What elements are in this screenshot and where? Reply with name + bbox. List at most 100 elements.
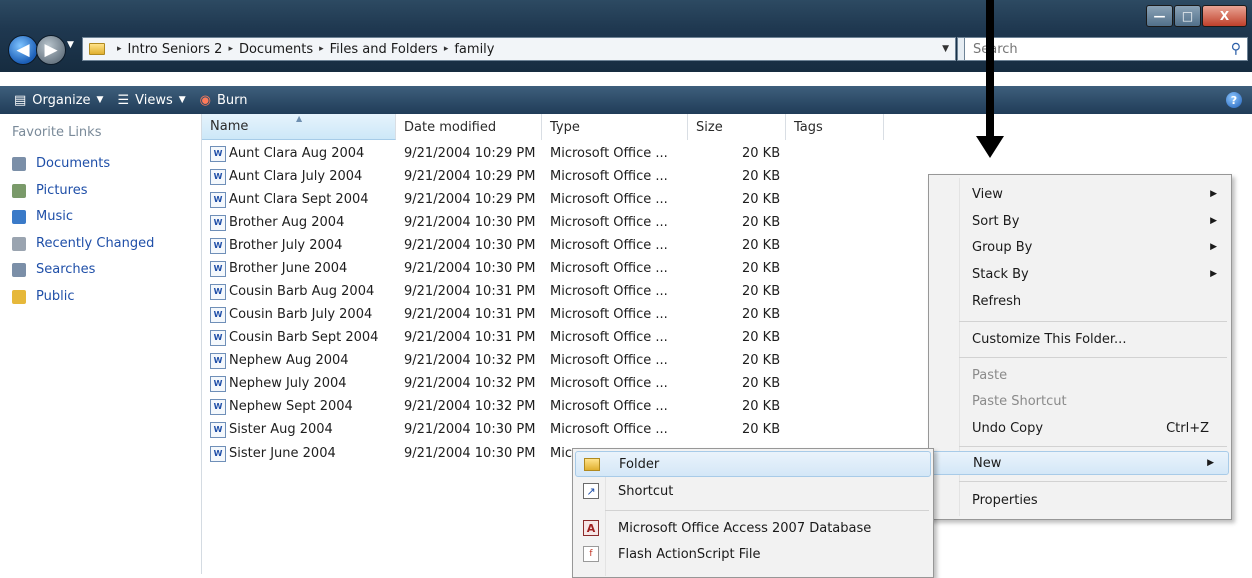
file-name: Aunt Clara Aug 2004 bbox=[229, 146, 365, 161]
sidebar-item-documents[interactable]: Documents bbox=[12, 156, 110, 171]
submenu-item-shortcut[interactable]: ↗ Shortcut bbox=[573, 478, 933, 504]
submenu-item-actionscript-file[interactable]: f Flash ActionScript File bbox=[573, 541, 933, 567]
file-type: Microsoft Office ... bbox=[550, 330, 668, 345]
help-icon[interactable]: ? bbox=[1226, 92, 1242, 108]
menu-item-properties[interactable]: Properties bbox=[929, 488, 1231, 512]
file-row[interactable]: W Brother July 2004 9/21/2004 10:30 PM Mi… bbox=[202, 234, 902, 257]
file-row[interactable]: W Cousin Barb Sept 2004 9/21/2004 10:31 P… bbox=[202, 326, 902, 349]
sidebar-item-pictures[interactable]: Pictures bbox=[12, 183, 87, 198]
forward-button[interactable]: ▶ bbox=[36, 35, 66, 65]
file-row[interactable]: W Aunt Clara Aug 2004 9/21/2004 10:29 PM … bbox=[202, 142, 902, 165]
shortcut-icon: ↗ bbox=[583, 483, 599, 499]
menu-item-label: Stack By bbox=[972, 266, 1029, 282]
breadcrumb-separator-icon[interactable]: ▸ bbox=[319, 44, 324, 54]
submenu-arrow-icon: ▶ bbox=[1210, 242, 1217, 252]
sidebar-item-label: Searches bbox=[36, 262, 96, 277]
sidebar-item-recently-changed[interactable]: Recently Changed bbox=[12, 236, 154, 251]
new-submenu: Folder ↗ Shortcut A Microsoft Office Acc… bbox=[572, 448, 934, 578]
breadcrumb-separator-icon[interactable]: ▸ bbox=[444, 44, 449, 54]
burn-button[interactable]: ◉ Burn bbox=[200, 93, 248, 108]
file-row[interactable]: W Brother June 2004 9/21/2004 10:30 PM Mi… bbox=[202, 257, 902, 280]
search-box[interactable]: ⚲ bbox=[964, 37, 1248, 61]
sidebar-item-music[interactable]: Music bbox=[12, 209, 73, 224]
file-size: 20 KB bbox=[742, 238, 781, 253]
pictures-icon bbox=[12, 183, 26, 198]
column-date-modified[interactable]: Date modified bbox=[396, 114, 542, 140]
breadcrumb-separator-icon[interactable]: ▸ bbox=[228, 44, 233, 54]
breadcrumb-family[interactable]: family bbox=[454, 42, 494, 57]
file-type: Microsoft Office ... bbox=[550, 169, 668, 184]
file-name: Aunt Clara Sept 2004 bbox=[229, 192, 369, 207]
context-menu: View ▶ Sort By ▶ Group By ▶ Stack By ▶ R… bbox=[928, 174, 1232, 520]
menu-item-group-by[interactable]: Group By ▶ bbox=[929, 235, 1231, 259]
column-type[interactable]: Type bbox=[542, 114, 688, 140]
file-date: 9/21/2004 10:31 PM bbox=[404, 330, 536, 345]
file-row[interactable]: W Sister Aug 2004 9/21/2004 10:30 PM Micr… bbox=[202, 418, 902, 441]
organize-button[interactable]: ▤ Organize ▼ bbox=[14, 93, 103, 108]
submenu-arrow-icon: ▶ bbox=[1210, 216, 1217, 226]
sidebar-item-searches[interactable]: Searches bbox=[12, 262, 95, 277]
breadcrumb-files-and-folders[interactable]: Files and Folders bbox=[330, 42, 438, 57]
menu-item-customize-folder[interactable]: Customize This Folder... bbox=[929, 327, 1231, 351]
file-row[interactable]: W Aunt Clara Sept 2004 9/21/2004 10:29 PM… bbox=[202, 188, 902, 211]
file-size: 20 KB bbox=[742, 422, 781, 437]
address-dropdown-icon[interactable]: ▼ bbox=[942, 44, 949, 54]
file-row[interactable]: W Nephew Sept 2004 9/21/2004 10:32 PM Mic… bbox=[202, 395, 902, 418]
breadcrumb-separator-icon[interactable]: ▸ bbox=[117, 44, 122, 54]
menu-item-undo-copy[interactable]: Undo Copy Ctrl+Z bbox=[929, 416, 1231, 440]
public-folder-icon bbox=[12, 289, 26, 304]
file-row[interactable]: W Cousin Barb July 2004 9/21/2004 10:31 P… bbox=[202, 303, 902, 326]
submenu-item-access-database[interactable]: A Microsoft Office Access 2007 Database bbox=[573, 515, 933, 541]
column-name[interactable]: Name ▲ bbox=[202, 114, 396, 140]
file-size: 20 KB bbox=[742, 261, 781, 276]
submenu-arrow-icon: ▶ bbox=[1207, 458, 1214, 468]
file-row[interactable]: W Cousin Barb Aug 2004 9/21/2004 10:31 PM… bbox=[202, 280, 902, 303]
views-button[interactable]: ☰ Views ▼ bbox=[117, 93, 185, 108]
sidebar-item-public[interactable]: Public bbox=[12, 289, 74, 304]
file-date: 9/21/2004 10:30 PM bbox=[404, 261, 536, 276]
recent-pages-dropdown[interactable]: ▼ bbox=[67, 40, 74, 50]
file-name: Sister Aug 2004 bbox=[229, 422, 333, 437]
access-database-icon: A bbox=[583, 520, 599, 536]
file-row[interactable]: W Nephew July 2004 9/21/2004 10:32 PM Mic… bbox=[202, 372, 902, 395]
file-name: Nephew Sept 2004 bbox=[229, 399, 353, 414]
menu-item-view[interactable]: View ▶ bbox=[929, 182, 1231, 206]
submenu-item-folder[interactable]: Folder bbox=[575, 451, 931, 477]
menu-item-refresh[interactable]: Refresh bbox=[929, 289, 1231, 313]
annotation-arrow-shaft bbox=[986, 0, 994, 140]
file-size: 20 KB bbox=[742, 215, 781, 230]
maximize-button[interactable]: □ bbox=[1174, 5, 1201, 27]
column-size[interactable]: Size bbox=[688, 114, 786, 140]
file-row[interactable]: W Aunt Clara July 2004 9/21/2004 10:29 PM… bbox=[202, 165, 902, 188]
file-row[interactable]: W Brother Aug 2004 9/21/2004 10:30 PM Mic… bbox=[202, 211, 902, 234]
menu-item-stack-by[interactable]: Stack By ▶ bbox=[929, 262, 1231, 286]
breadcrumb-intro-seniors-2[interactable]: Intro Seniors 2 bbox=[128, 42, 223, 57]
column-tags[interactable]: Tags bbox=[786, 114, 884, 140]
file-size: 20 KB bbox=[742, 376, 781, 391]
file-type: Microsoft Office ... bbox=[550, 353, 668, 368]
menu-item-new[interactable]: New ▶ bbox=[931, 451, 1229, 475]
file-size: 20 KB bbox=[742, 284, 781, 299]
menu-item-label: Properties bbox=[972, 492, 1038, 508]
file-date: 9/21/2004 10:30 PM bbox=[404, 446, 536, 461]
word-document-icon: W bbox=[210, 237, 226, 254]
minimize-button[interactable]: — bbox=[1146, 5, 1173, 27]
close-button[interactable]: X bbox=[1202, 5, 1247, 27]
file-size: 20 KB bbox=[742, 353, 781, 368]
search-input[interactable] bbox=[971, 40, 1215, 58]
menu-item-label: Group By bbox=[972, 239, 1033, 255]
menu-item-sort-by[interactable]: Sort By ▶ bbox=[929, 209, 1231, 233]
back-button[interactable]: ◀ bbox=[8, 35, 38, 65]
word-document-icon: W bbox=[210, 445, 226, 462]
address-bar[interactable]: ▸ Intro Seniors 2 ▸ Documents ▸ Files an… bbox=[82, 37, 956, 61]
sidebar-item-label: Public bbox=[36, 289, 75, 304]
file-date: 9/21/2004 10:30 PM bbox=[404, 215, 536, 230]
file-date: 9/21/2004 10:31 PM bbox=[404, 284, 536, 299]
file-row[interactable]: W Nephew Aug 2004 9/21/2004 10:32 PM Micr… bbox=[202, 349, 902, 372]
organize-icon: ▤ bbox=[14, 92, 27, 108]
file-name: Brother June 2004 bbox=[229, 261, 348, 276]
search-icon[interactable]: ⚲ bbox=[1231, 41, 1241, 57]
breadcrumb-documents[interactable]: Documents bbox=[239, 42, 313, 57]
column-type-label: Type bbox=[550, 119, 580, 135]
word-document-icon: W bbox=[210, 283, 226, 300]
